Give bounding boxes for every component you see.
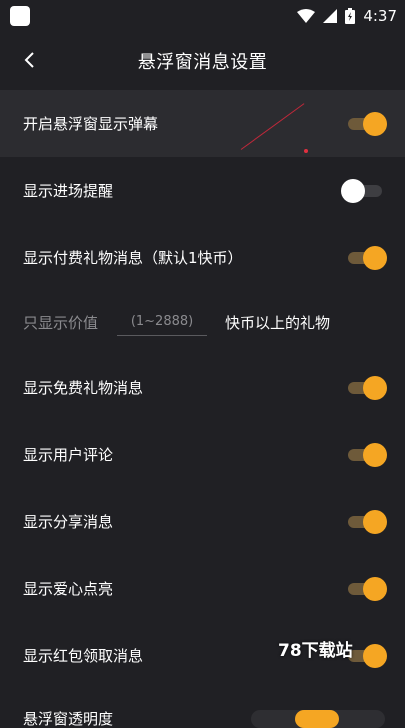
chevron-left-icon bbox=[24, 52, 34, 68]
setting-row-heart: 显示爱心点亮 bbox=[0, 555, 405, 622]
setting-row-danmaku: 开启悬浮窗显示弹幕 bbox=[0, 90, 405, 157]
paid-gift-toggle[interactable] bbox=[345, 245, 387, 270]
gift-value-input[interactable] bbox=[117, 309, 208, 336]
entry-reminder-toggle[interactable] bbox=[341, 178, 385, 203]
page-title: 悬浮窗消息设置 bbox=[137, 52, 268, 73]
setting-label: 显示分享消息 bbox=[23, 513, 114, 531]
setting-row-comments: 显示用户评论 bbox=[0, 421, 405, 488]
share-toggle[interactable] bbox=[345, 509, 387, 534]
watermark: 78下载站 bbox=[278, 641, 353, 661]
comments-toggle[interactable] bbox=[345, 442, 387, 467]
back-button[interactable] bbox=[14, 44, 46, 76]
setting-label: 显示付费礼物消息（默认1快币） bbox=[23, 249, 243, 267]
transparency-selector[interactable] bbox=[251, 710, 385, 728]
battery-icon bbox=[345, 8, 356, 24]
heart-toggle[interactable] bbox=[345, 576, 387, 601]
gift-value-filter: 只显示价值 快币以上的礼物 bbox=[0, 291, 405, 354]
setting-label: 悬浮窗透明度 bbox=[23, 710, 114, 728]
free-gift-toggle[interactable] bbox=[345, 375, 387, 400]
value-filter-prefix: 只显示价值 bbox=[23, 314, 99, 332]
settings-list: 开启悬浮窗显示弹幕 显示进场提醒 显示付费礼物消息（默认1快币） 只显示价值 快… bbox=[0, 90, 405, 689]
nav-bar: 悬浮窗消息设置 bbox=[0, 32, 405, 90]
setting-row-entry-reminder: 显示进场提醒 bbox=[0, 157, 405, 224]
status-right: 4:37 bbox=[297, 0, 397, 32]
setting-row-transparency: 悬浮窗透明度 bbox=[0, 702, 405, 728]
setting-label: 显示红包领取消息 bbox=[23, 647, 144, 665]
setting-label: 显示免费礼物消息 bbox=[23, 379, 144, 397]
setting-label: 显示用户评论 bbox=[23, 446, 114, 464]
setting-label: 开启悬浮窗显示弹幕 bbox=[23, 115, 159, 133]
status-time: 4:37 bbox=[363, 7, 397, 25]
app-notification-icon bbox=[10, 6, 30, 26]
signal-icon bbox=[323, 9, 338, 23]
setting-row-share: 显示分享消息 bbox=[0, 488, 405, 555]
pointer-dot bbox=[304, 149, 308, 153]
transparency-selected-segment[interactable] bbox=[295, 710, 339, 728]
setting-label: 显示爱心点亮 bbox=[23, 580, 114, 598]
setting-row-paid-gift: 显示付费礼物消息（默认1快币） bbox=[0, 224, 405, 291]
danmaku-toggle[interactable] bbox=[345, 111, 387, 136]
setting-label: 显示进场提醒 bbox=[23, 182, 114, 200]
wifi-icon bbox=[297, 9, 316, 23]
value-filter-suffix: 快币以上的礼物 bbox=[225, 314, 331, 332]
setting-row-free-gift: 显示免费礼物消息 bbox=[0, 354, 405, 421]
status-bar: 4:37 bbox=[0, 0, 405, 32]
